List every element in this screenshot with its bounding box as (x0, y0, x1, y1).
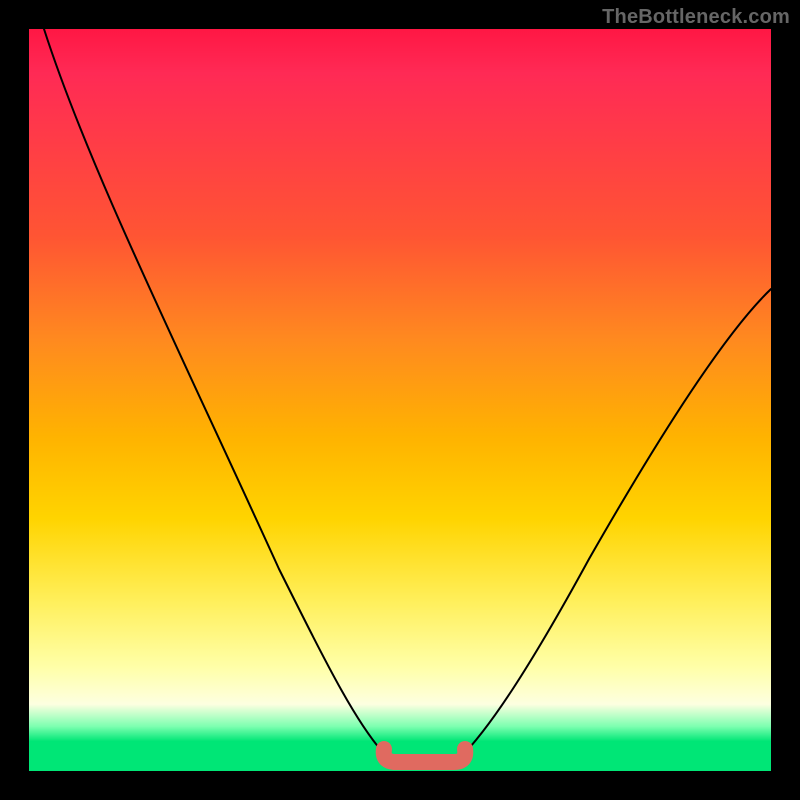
attribution-text: TheBottleneck.com (602, 6, 790, 29)
chart-stage: TheBottleneck.com (0, 0, 800, 800)
highlight-blob (384, 749, 466, 762)
curve-svg (29, 29, 771, 771)
bottleneck-curve (44, 29, 771, 759)
plot-area (29, 29, 771, 771)
